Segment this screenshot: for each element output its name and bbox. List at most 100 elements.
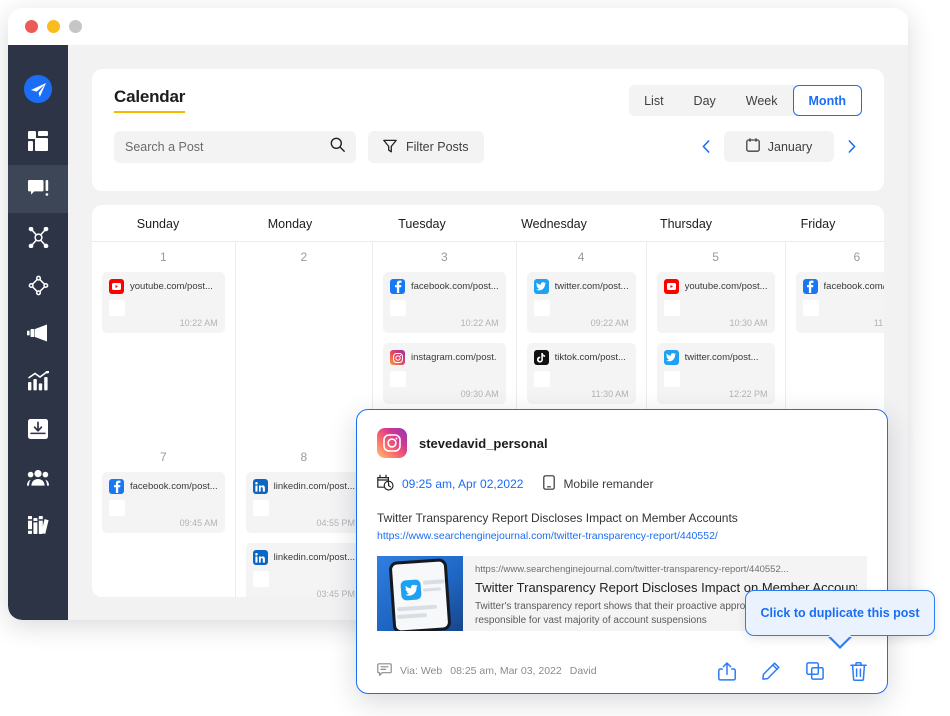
event-thumbnail — [252, 500, 269, 516]
calendar-icon — [745, 138, 760, 155]
search-input[interactable] — [125, 140, 330, 154]
calendar-day-cell[interactable]: 2 — [236, 242, 373, 442]
window-close-button[interactable] — [25, 20, 38, 33]
calendar-event-card[interactable]: twitter.com/post... 12:22 PM — [656, 343, 775, 404]
event-time: 09:30 AM — [460, 389, 499, 399]
calendar-event-card[interactable]: youtube.com/post... 10:22 AM — [102, 272, 225, 333]
pencil-edit-icon[interactable] — [762, 662, 780, 680]
prev-month-button[interactable] — [696, 133, 716, 161]
calendar-event-card[interactable]: linkedin.com/post... 03:45 PM — [245, 543, 362, 597]
sidebar-item-library[interactable] — [8, 501, 68, 549]
inbox-download-icon — [28, 419, 48, 439]
link-preview-url: https://www.searchenginejournal.com/twit… — [475, 564, 789, 576]
calendar-day-cell[interactable]: 8 linkedin.com/post... 04:55 PM linkedin.co… — [236, 442, 373, 597]
instagram-icon — [390, 350, 405, 365]
popup-timestamp: 08:25 am, Mar 03, 2022 — [450, 665, 562, 677]
calendar-event-card[interactable]: facebook.com/post... 10:22 AM — [383, 272, 506, 333]
view-btn-week[interactable]: Week — [731, 85, 793, 116]
event-url: linkedin.com/post... — [273, 552, 355, 563]
window-maximize-button[interactable] — [69, 20, 82, 33]
comment-icon[interactable] — [377, 662, 392, 680]
duplicate-copy-icon[interactable] — [806, 662, 824, 680]
month-selector[interactable]: January — [724, 131, 834, 162]
event-url: facebook.com/post... — [411, 281, 499, 292]
sidebar-item-analytics[interactable] — [8, 357, 68, 405]
popup-username: stevedavid_personal — [419, 435, 548, 451]
calendar-event-card[interactable]: linkedin.com/post... 04:55 PM — [245, 472, 362, 533]
window-minimize-button[interactable] — [47, 20, 60, 33]
event-thumbnail — [390, 300, 406, 316]
month-navigation: January — [696, 131, 862, 162]
event-time: 10:22 AM — [179, 318, 218, 328]
popup-via-label: Via: Web — [400, 665, 443, 677]
event-url: instagram.com/post. — [411, 352, 497, 363]
calendar-event-card[interactable]: youtube.com/post... 10:30 AM — [656, 272, 775, 333]
popup-post-link[interactable]: https://www.searchenginejournal.com/twit… — [377, 530, 867, 542]
youtube-icon — [663, 279, 679, 294]
event-url: linkedin.com/post... — [273, 481, 355, 492]
sidebar-item-inbox[interactable] — [8, 405, 68, 453]
day-number: 7 — [159, 450, 167, 464]
facebook-icon — [802, 279, 818, 294]
calendar-day-cell[interactable]: 1 youtube.com/post... 10:22 AM — [92, 242, 236, 442]
calendar-event-card[interactable]: tiktok.com/post... 11:30 AM — [526, 343, 636, 404]
day-number: 5 — [712, 250, 719, 264]
search-field-wrap[interactable] — [114, 131, 356, 163]
popup-reminder-label: Mobile remander — [563, 477, 654, 491]
twitter-icon — [533, 279, 549, 294]
duplicate-tooltip: Click to duplicate this post — [745, 590, 935, 636]
sidebar-item-team[interactable] — [8, 453, 68, 501]
search-row: Filter Posts — [114, 131, 484, 163]
popup-reminder: Mobile remander — [543, 475, 653, 493]
calendar-event-card[interactable]: facebook.com/post... 11:30 AM — [795, 272, 884, 333]
event-text-placeholder — [412, 300, 499, 316]
filter-funnel-icon — [383, 139, 397, 156]
popup-meta-row: 09:25 am, Apr 02,2022 Mobile remander — [377, 474, 867, 494]
popup-scheduled-datetime: 09:25 am, Apr 02,2022 — [402, 477, 524, 491]
sidebar-item-dashboard[interactable] — [8, 117, 68, 165]
event-time: 09:22 AM — [590, 318, 629, 328]
filter-posts-button[interactable]: Filter Posts — [368, 131, 484, 163]
calendar-day-cell[interactable]: 7 facebook.com/post... 09:45 AM — [92, 442, 236, 597]
day-number: 1 — [159, 250, 167, 264]
sidebar-item-network[interactable] — [8, 213, 68, 261]
sidebar-item-messages[interactable] — [8, 165, 68, 213]
link-preview-thumbnail — [377, 556, 463, 632]
event-url: twitter.com/post... — [554, 281, 629, 292]
day-number: 2 — [300, 250, 308, 264]
event-thumbnail — [533, 371, 550, 387]
popup-post-text: Twitter Transparency Report Discloses Im… — [377, 511, 738, 525]
sidebar-item-logo[interactable] — [8, 65, 68, 113]
view-btn-month[interactable]: Month — [792, 85, 862, 116]
tooltip-text: Click to duplicate this post — [760, 606, 920, 620]
trash-delete-icon[interactable] — [850, 661, 867, 681]
page-title: Calendar — [114, 87, 185, 113]
facebook-icon — [109, 479, 124, 494]
weekday-header: Tuesday — [398, 217, 446, 231]
view-btn-day[interactable]: Day — [679, 85, 731, 116]
sidebar-item-campaigns[interactable] — [8, 309, 68, 357]
view-toggle-group: List Day Week Month — [629, 85, 862, 116]
popup-schedule: 09:25 am, Apr 02,2022 — [377, 474, 523, 494]
event-url: tiktok.com/post... — [554, 352, 626, 363]
calendar-event-card[interactable]: twitter.com/post... 09:22 AM — [526, 272, 636, 333]
next-month-button[interactable] — [842, 133, 862, 161]
calendar-header-card: Calendar List Day Week Month Search a Po… — [92, 69, 884, 191]
share-icon[interactable] — [718, 661, 736, 681]
event-thumbnail — [109, 300, 125, 316]
day-number: 8 — [300, 450, 308, 464]
popup-action-buttons — [718, 661, 867, 681]
view-btn-list[interactable]: List — [629, 85, 678, 116]
sidebar-item-automation[interactable] — [8, 261, 68, 309]
library-books-icon — [27, 515, 49, 535]
linkedin-icon — [252, 550, 268, 565]
day-number: 3 — [440, 250, 448, 264]
event-url: facebook.com/post... — [130, 481, 218, 492]
current-month-label: January — [767, 139, 813, 154]
calendar-event-card[interactable]: instagram.com/post. 09:30 AM — [383, 343, 506, 404]
event-text-placeholder — [686, 300, 768, 316]
event-url: youtube.com/post... — [130, 281, 213, 292]
search-icon[interactable] — [330, 137, 345, 157]
calendar-event-card[interactable]: facebook.com/post... 09:45 AM — [102, 472, 225, 533]
event-thumbnail — [533, 300, 550, 316]
